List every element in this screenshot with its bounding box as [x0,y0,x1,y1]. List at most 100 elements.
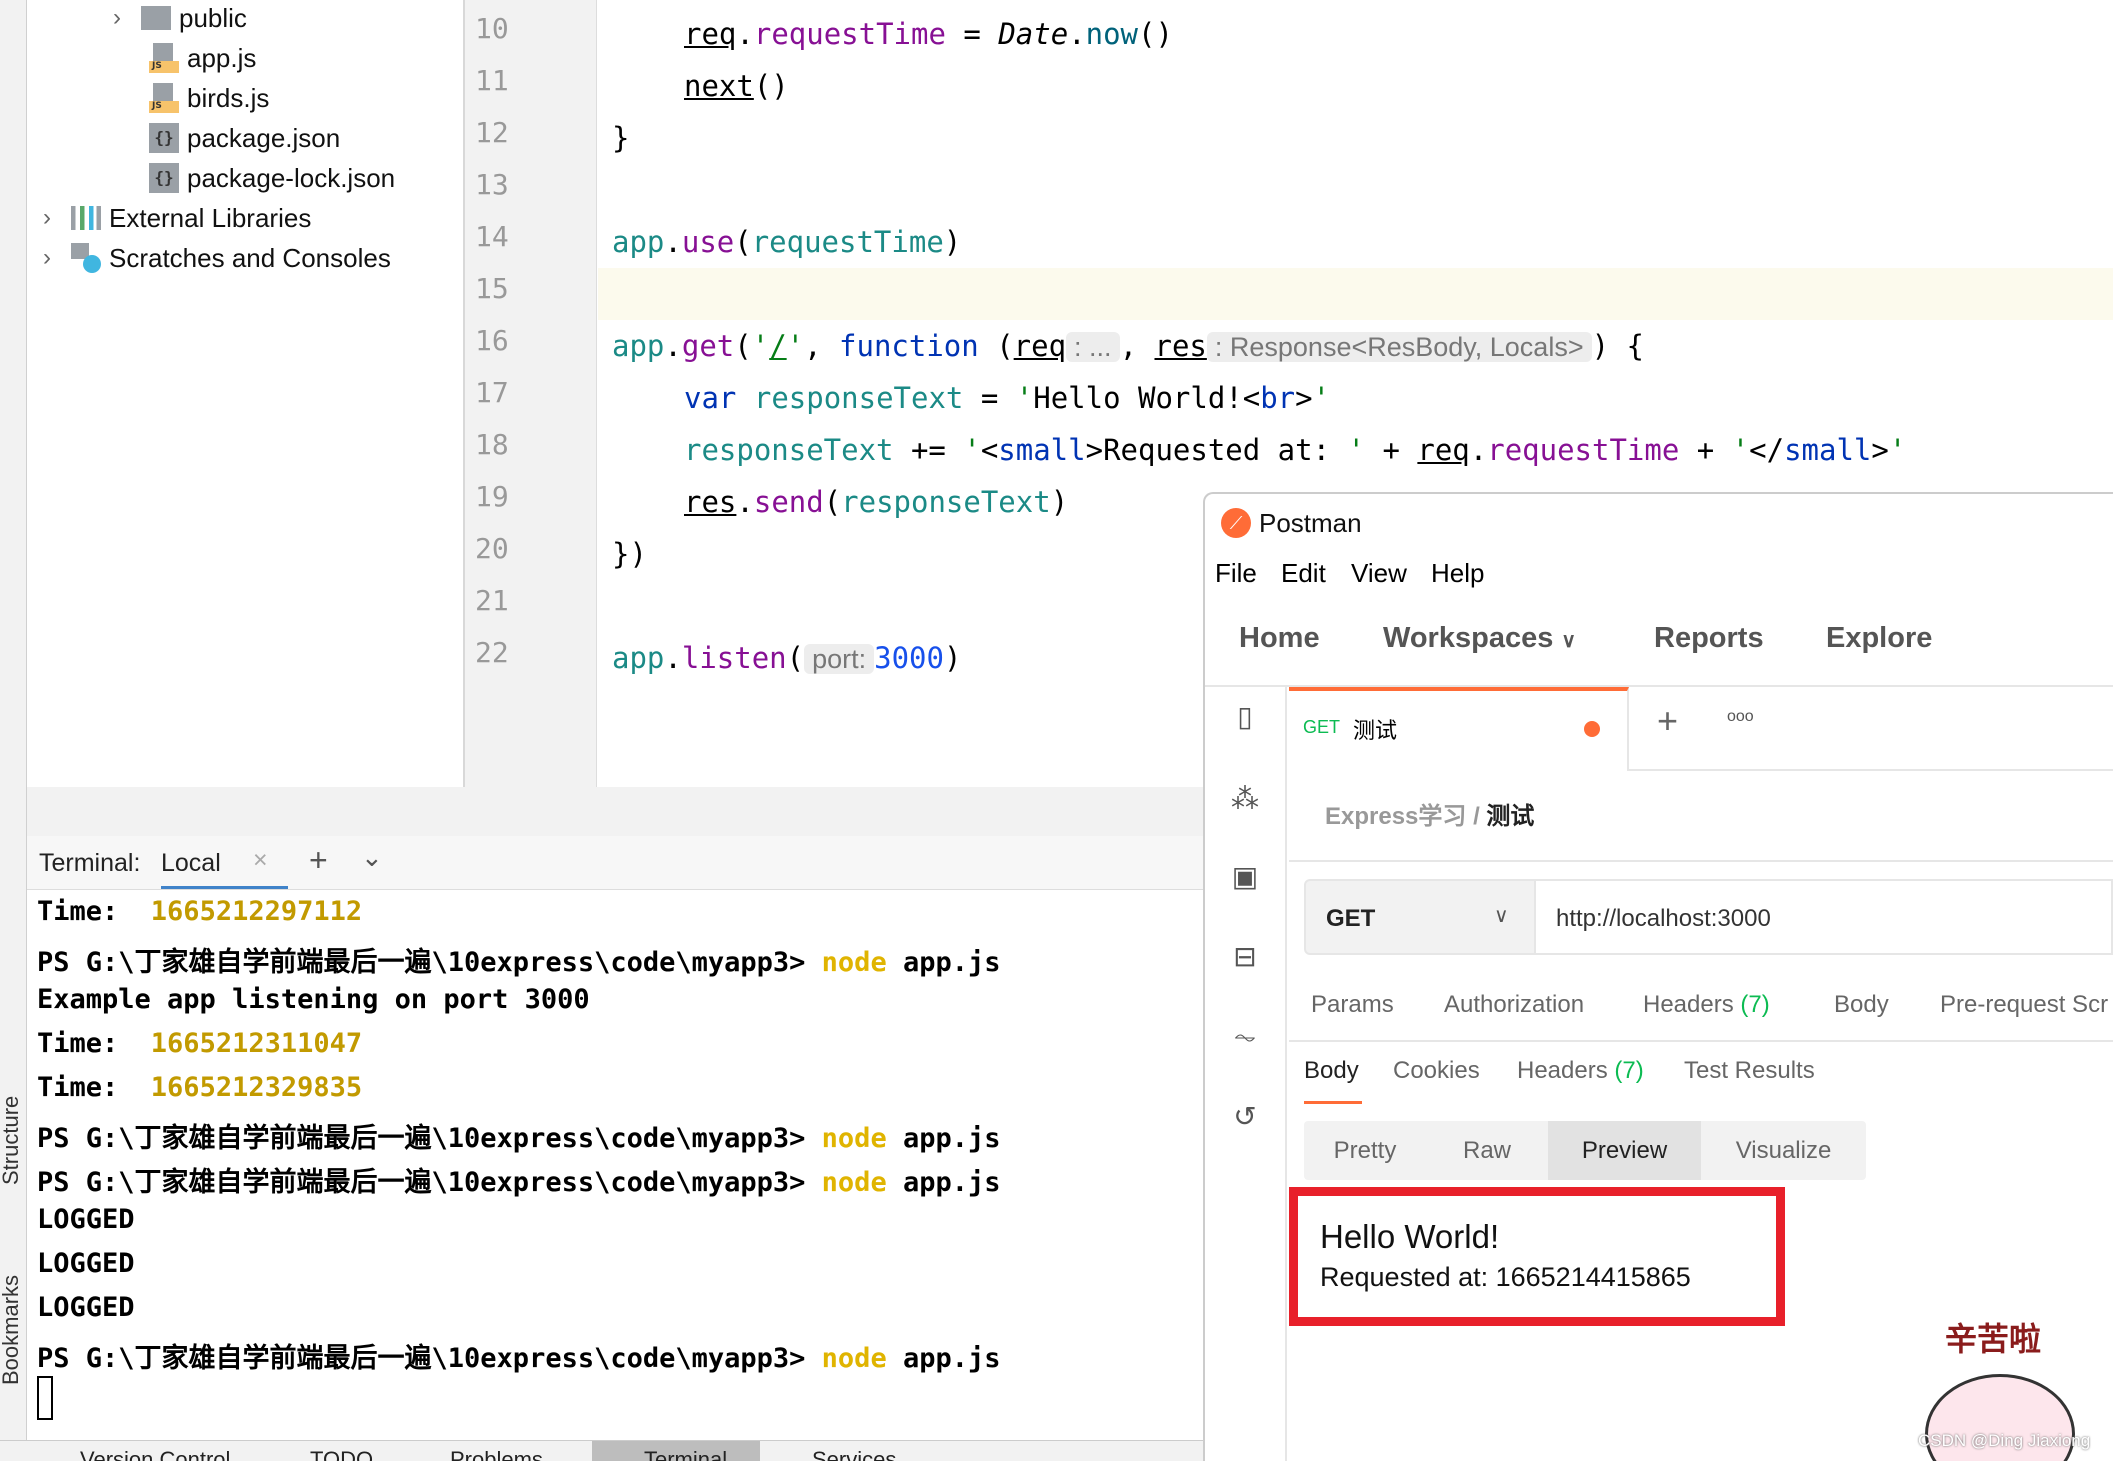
tree-item-external-libraries[interactable]: › External Libraries [43,200,311,236]
method-select[interactable]: GET ∨ [1304,879,1536,955]
collections-icon[interactable]: ▯ [1229,701,1261,733]
code-line: } [612,121,630,155]
url-input[interactable]: http://localhost:3000 [1536,879,2113,955]
terminal-line: Time: 1665212329835 [37,1072,363,1103]
tree-item-app-js[interactable]: JS app.js [149,40,256,76]
line-number: 18 [475,428,509,461]
nav-workspaces[interactable]: Workspaces ∨ [1383,622,1576,655]
todo-tab[interactable]: TODO [310,1447,373,1461]
response-tab-body[interactable]: Body [1304,1057,1359,1085]
menu-file[interactable]: File [1215,558,1257,589]
response-tab-headers[interactable]: Headers (7) [1517,1057,1644,1085]
nav-reports[interactable]: Reports [1654,622,1764,655]
breadcrumb: Express学习 / 测试 [1325,803,1535,830]
response-tab-cookies[interactable]: Cookies [1393,1057,1480,1085]
terminal-line: LOGGED [37,1248,135,1279]
terminal-line: LOGGED [37,1204,135,1235]
json-file-icon: {} [149,163,179,193]
chevron-right-icon[interactable]: › [43,204,63,232]
terminal-line: PS G:\丁家雄自学前端最后一遍\10express\code\myapp3>… [37,947,1001,978]
preview-small-text: Requested at: 1665214415865 [1320,1262,1691,1292]
tree-label: app.js [187,42,257,73]
response-tab-test-results[interactable]: Test Results [1684,1057,1815,1085]
line-number: 12 [475,116,509,149]
view-visualize[interactable]: Visualize [1701,1121,1866,1180]
nav-home[interactable]: Home [1239,622,1320,655]
terminal-tool-tab[interactable]: Terminal [592,1441,760,1461]
code-line: req.requestTime = Date.now() [684,17,1173,51]
divider [1289,860,2113,862]
project-panel: › public JS app.js JS birds.js {} package.js… [27,0,465,836]
postman-sidebar: ▯ ⁂ ▣ ⊟ ⏦ ↺ [1205,687,1287,1461]
tree-item-package-json[interactable]: {} package.json [149,120,340,156]
line-number: 10 [475,12,509,45]
request-tab[interactable]: GET 测试 [1289,687,1629,771]
line-number: 19 [475,480,509,513]
tab-headers[interactable]: Headers (7) [1643,991,1770,1019]
param-hint: port: [804,644,875,674]
more-options-icon[interactable]: ooo [1727,708,1754,726]
code-line: next() [684,69,789,103]
watermark: CSDN @Ding Jiaxiong [1918,1431,2091,1450]
chevron-right-icon[interactable]: › [43,244,63,272]
menu-edit[interactable]: Edit [1281,558,1326,589]
code-line: responseText += '<small>Requested at: ' … [684,433,1907,467]
library-icon [71,206,101,230]
mock-servers-icon[interactable]: ⊟ [1229,941,1261,973]
line-number: 11 [475,64,509,97]
close-icon[interactable]: × [253,846,268,875]
plus-icon[interactable]: + [309,842,328,879]
terminal-line: Time: 1665212297112 [37,896,363,927]
left-tool-strip: Structure Bookmarks [0,0,27,1440]
tab-params[interactable]: Params [1311,991,1394,1019]
terminal-tab-local[interactable]: Local [161,849,221,878]
environments-icon[interactable]: ▣ [1229,861,1261,893]
tree-label: birds.js [187,82,270,113]
bookmarks-tab[interactable]: Bookmarks [0,1275,24,1385]
tab-pre-request-script[interactable]: Pre-request Scr [1940,991,2108,1019]
terminal-line: PS G:\丁家雄自学前端最后一遍\10express\code\myapp3>… [37,1167,1001,1198]
tree-item-scratches[interactable]: › Scratches and Consoles [43,240,391,276]
current-line-highlight [598,268,2113,320]
chevron-right-icon[interactable]: › [113,4,133,32]
view-raw[interactable]: Raw [1426,1121,1548,1180]
tree-item-birds-js[interactable]: JS birds.js [149,80,269,116]
tree-label: public [179,2,247,33]
tab-body[interactable]: Body [1834,991,1889,1019]
menu-view[interactable]: View [1351,558,1407,589]
tree-item-package-lock-json[interactable]: {} package-lock.json [149,160,395,196]
chevron-down-icon[interactable]: ⌄ [361,842,383,873]
tab-authorization[interactable]: Authorization [1444,991,1584,1019]
apis-icon[interactable]: ⁂ [1229,783,1261,815]
scratches-icon [71,243,101,273]
history-icon[interactable]: ↺ [1229,1101,1261,1133]
tree-item-public[interactable]: › public [113,0,247,36]
menu-help[interactable]: Help [1431,558,1484,589]
problems-tab[interactable]: Problems [450,1447,543,1461]
code-line: }) [612,537,647,571]
tree-label: package.json [187,122,341,153]
chevron-down-icon: ∨ [1561,630,1577,652]
view-mode-toggle: Pretty Raw Preview Visualize [1304,1121,1866,1180]
tab-method: GET [1303,717,1341,737]
window-title: Postman [1259,508,1362,538]
version-control-tab[interactable]: Version Control [80,1447,230,1461]
nav-explore[interactable]: Explore [1826,622,1932,655]
monitors-icon[interactable]: ⏦ [1229,1021,1261,1053]
view-preview[interactable]: Preview [1548,1121,1701,1180]
new-tab-plus-icon[interactable]: + [1657,700,1678,742]
line-number: 21 [475,584,509,617]
services-tab[interactable]: Services [812,1447,896,1461]
terminal-header: Terminal: Local × + ⌄ [27,836,1203,890]
terminal-line: LOGGED [37,1292,135,1323]
json-file-icon: {} [149,123,179,153]
js-file-icon: JS [149,43,179,73]
terminal-output[interactable]: Time: 1665212297112 PS G:\丁家雄自学前端最后一遍\10… [27,890,1203,1440]
line-number: 17 [475,376,509,409]
view-pretty[interactable]: Pretty [1304,1121,1426,1180]
terminal-line: PS G:\丁家雄自学前端最后一遍\10express\code\myapp3>… [37,1343,1001,1374]
breadcrumb-collection[interactable]: Express学习 [1325,803,1466,830]
terminal-label: Terminal: [39,849,141,877]
postman-logo-icon: ⟋ [1221,508,1251,538]
structure-tab[interactable]: Structure [0,1096,24,1185]
